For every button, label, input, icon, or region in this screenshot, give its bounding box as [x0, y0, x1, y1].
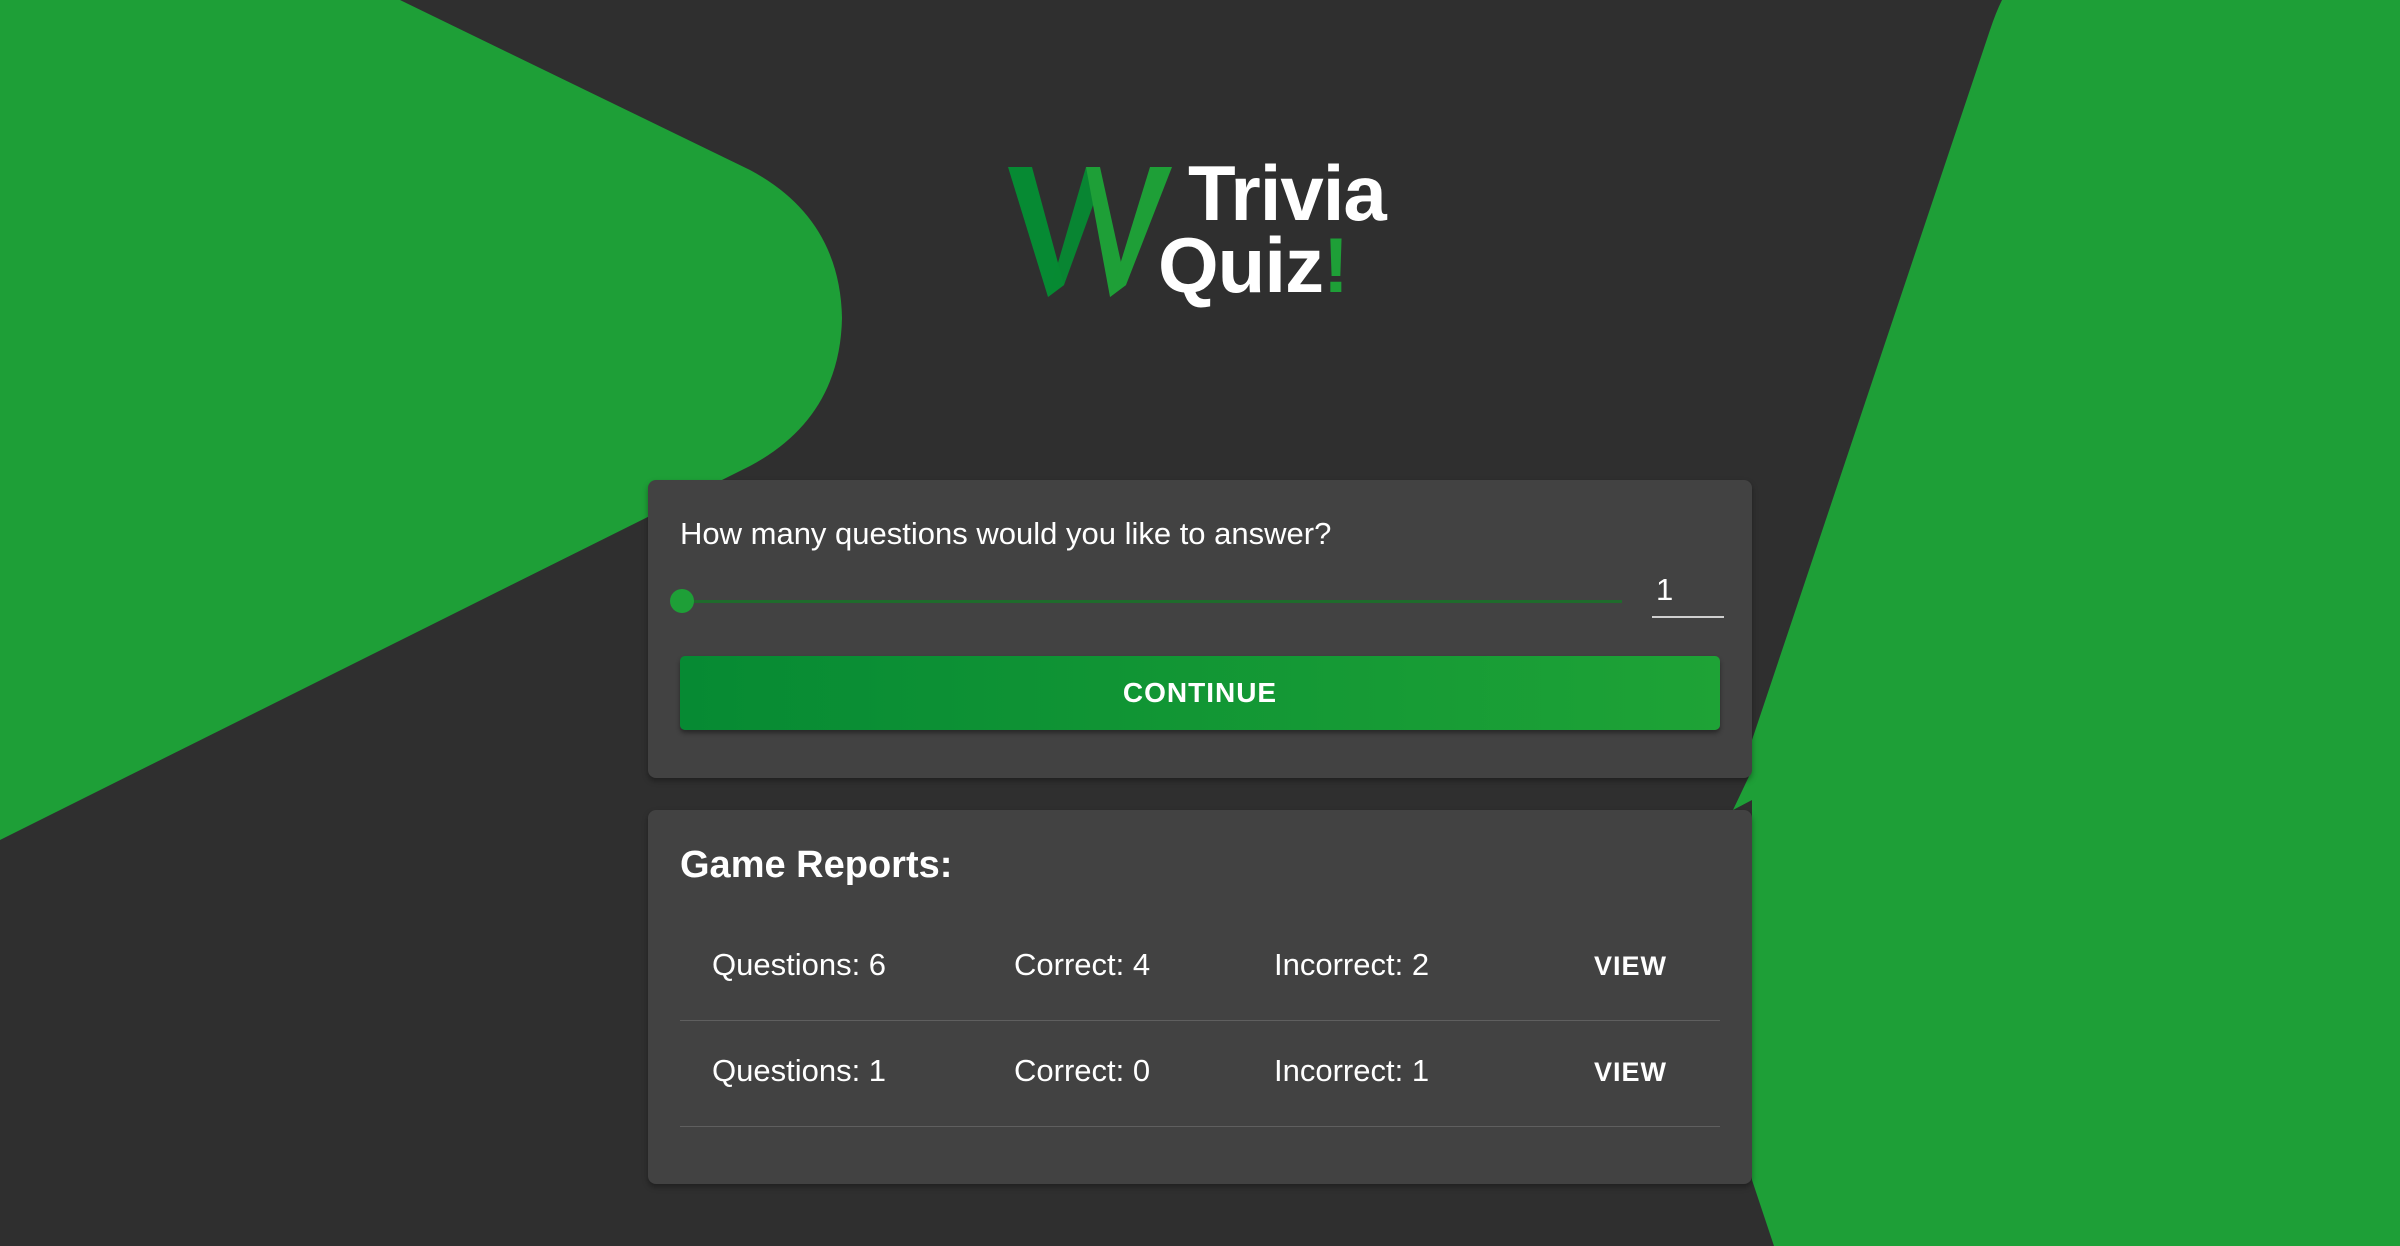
report-correct: Correct: 4 [1014, 947, 1151, 982]
report-correct: Correct: 0 [1014, 1053, 1151, 1088]
app-stage: Trivia Quiz! How many questions would yo… [0, 0, 2400, 1246]
question-count-card: How many questions would you like to ans… [648, 480, 1752, 778]
report-incorrect: Incorrect: 2 [1274, 947, 1430, 982]
question-count-prompt: How many questions would you like to ans… [680, 516, 1332, 551]
report-row: Questions: 1 Correct: 0 Incorrect: 1 VIE… [680, 1020, 1720, 1127]
app-logo: Trivia Quiz! [1000, 145, 1420, 315]
question-count-slider-thumb[interactable] [670, 589, 694, 613]
logo-w-mark [1008, 167, 1172, 297]
report-incorrect: Incorrect: 1 [1274, 1053, 1430, 1088]
report-row: Questions: 6 Correct: 4 Incorrect: 2 VIE… [680, 914, 1720, 1021]
continue-button[interactable]: CONTINUE [680, 656, 1720, 730]
logo-text-quiz: Quiz! [1158, 225, 1349, 305]
question-count-input[interactable] [1652, 570, 1724, 618]
game-reports-card: Game Reports: Questions: 6 Correct: 4 In… [648, 810, 1752, 1184]
right-green-shape [1733, 0, 2400, 1246]
view-report-button[interactable]: VIEW [1578, 1044, 1683, 1100]
view-report-button[interactable]: VIEW [1578, 938, 1683, 994]
question-count-slider-track[interactable] [680, 600, 1622, 603]
logo-exclaim: ! [1323, 221, 1349, 309]
report-questions: Questions: 1 [712, 1053, 887, 1088]
report-questions: Questions: 6 [712, 947, 887, 982]
logo-quiz-word: Quiz [1158, 221, 1324, 309]
game-reports-title: Game Reports: [680, 844, 953, 886]
